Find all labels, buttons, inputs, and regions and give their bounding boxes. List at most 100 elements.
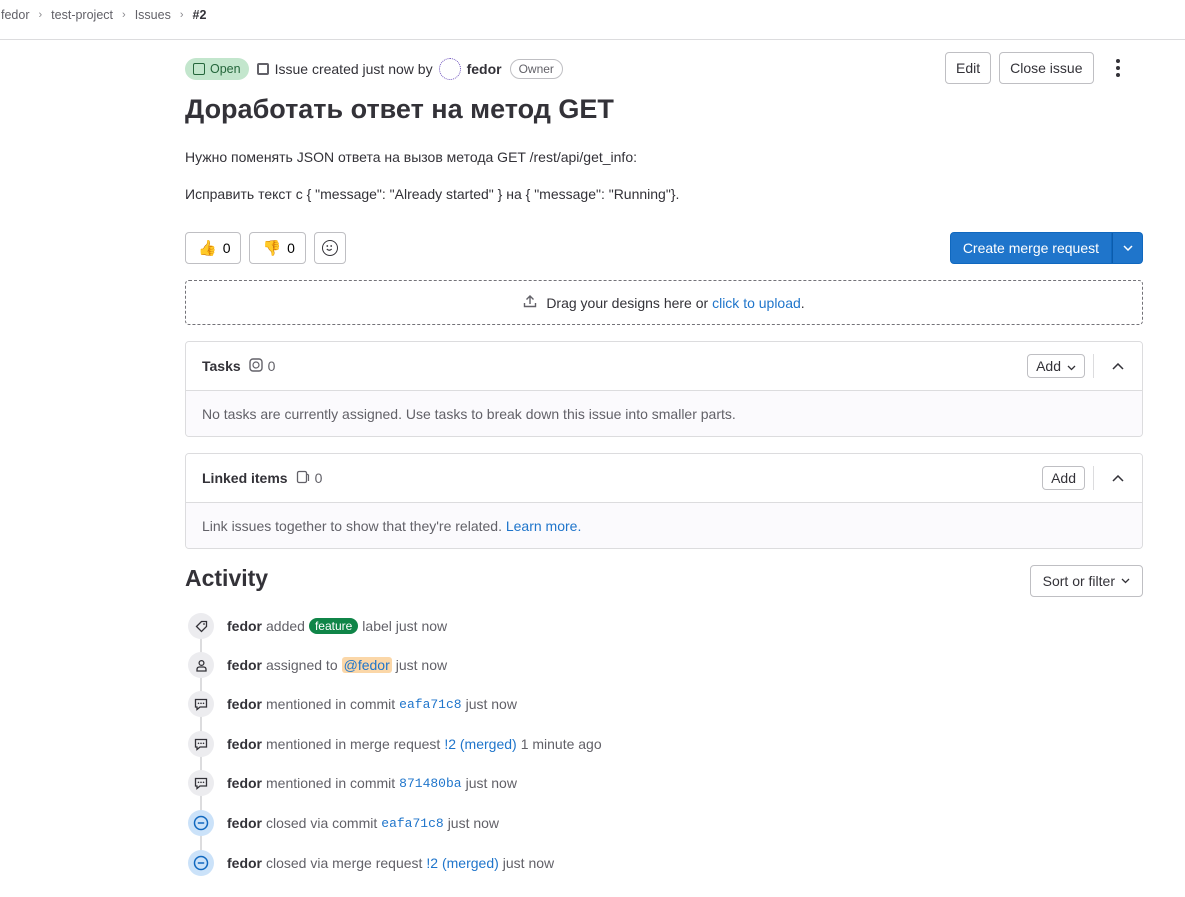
event-text: assigned to	[266, 657, 338, 673]
commit-link[interactable]: 871480ba	[399, 776, 461, 791]
role-badge: Owner	[509, 59, 563, 79]
upload-icon	[523, 294, 537, 311]
tasks-add-button[interactable]: Add	[1027, 354, 1085, 378]
sort-or-filter-dropdown[interactable]: Sort or filter	[1029, 565, 1143, 597]
chevron-right-icon: ›	[122, 9, 126, 21]
thumbs-up-button[interactable]: 👍 0	[185, 232, 242, 264]
issue-closed-icon	[188, 850, 214, 876]
description-line: Нужно поменять JSON ответа на вызов мето…	[185, 149, 637, 165]
linked-items-actions: Add	[1042, 466, 1134, 490]
create-merge-request-button[interactable]: Create merge request	[949, 232, 1112, 264]
status-label: Open	[210, 62, 241, 76]
created-text: Issue created just now by	[274, 61, 433, 77]
learn-more-link[interactable]: Learn more.	[506, 518, 581, 534]
breadcrumb-item-issues[interactable]: Issues	[135, 8, 171, 22]
smiley-icon	[321, 240, 338, 256]
chevron-right-icon: ›	[38, 9, 43, 21]
collapse-chevron-up-icon[interactable]	[1102, 354, 1134, 378]
tasks-count-value: 0	[267, 358, 276, 374]
tasks-actions: Add	[1027, 354, 1134, 378]
user-icon	[188, 652, 214, 678]
event-user[interactable]: fedor	[227, 815, 262, 831]
commit-link[interactable]: eafa71c8	[381, 816, 443, 831]
issue-open-icon	[193, 63, 205, 75]
divider	[1093, 354, 1094, 378]
create-merge-request-split: Create merge request	[949, 232, 1143, 264]
chevron-down-icon[interactable]	[1112, 232, 1143, 264]
breadcrumb-item-project[interactable]: test-project	[51, 8, 113, 22]
header-actions: Edit Close issue	[945, 52, 1122, 84]
design-upload-dropzone[interactable]: Drag your designs here or click to uploa…	[185, 280, 1143, 325]
user-mention[interactable]: @fedor	[341, 657, 392, 673]
event-user[interactable]: fedor	[227, 618, 262, 634]
activity-event: fedor mentioned in merge request !2 (mer…	[185, 730, 602, 758]
chevron-down-icon	[1121, 576, 1130, 587]
thumbs-down-button[interactable]: 👎 0	[249, 232, 306, 264]
linked-items-empty-text: Link issues together to show that they'r…	[202, 517, 502, 534]
chevron-down-icon	[1067, 358, 1076, 374]
comment-icon	[188, 691, 214, 717]
event-text: mentioned in merge request	[266, 736, 441, 752]
activity-event: fedor assigned to @fedor just now	[185, 651, 447, 679]
commit-link[interactable]: eafa71c8	[399, 697, 461, 712]
page-title: Доработать ответ на метод GET	[185, 94, 614, 124]
activity-title: Activity	[185, 565, 269, 591]
status-badge: Open	[185, 58, 249, 80]
issue-closed-icon	[188, 810, 214, 836]
label-badge[interactable]: feature	[308, 618, 359, 634]
collapse-chevron-up-icon[interactable]	[1102, 466, 1134, 490]
tasks-card: Tasks 0 Add No tasks are currently assig…	[185, 341, 1143, 437]
thumbs-down-count: 0	[287, 240, 295, 256]
event-user[interactable]: fedor	[227, 775, 262, 791]
event-time: just now	[465, 696, 517, 712]
more-actions-icon[interactable]	[1114, 59, 1122, 77]
event-time: 1 minute ago	[520, 736, 602, 752]
linked-items-add-button[interactable]: Add	[1042, 466, 1085, 490]
breadcrumb-bar: fedor › test-project › Issues › #2	[0, 0, 1185, 40]
breadcrumb-current[interactable]: #2	[193, 8, 207, 22]
activity-event: fedor closed via merge request !2 (merge…	[185, 849, 554, 877]
breadcrumb: fedor › test-project › Issues › #2	[1, 8, 206, 22]
upload-suffix: .	[800, 294, 805, 311]
activity-event: fedor added feature label just now	[185, 612, 447, 640]
activity-event: fedor closed via commit eafa71c8 just no…	[185, 809, 499, 837]
click-to-upload-link[interactable]: click to upload	[712, 295, 801, 311]
breadcrumb-item-fedor[interactable]: fedor	[1, 8, 30, 22]
linked-items-count-value: 0	[314, 470, 323, 486]
thumbs-up-icon: 👍	[198, 240, 217, 257]
task-done-icon	[248, 357, 263, 375]
description-line: Исправить текст с { "message": "Already …	[185, 186, 680, 202]
issue-header: Open Issue created just now by fedor Own…	[185, 52, 1143, 84]
event-time: just now	[502, 855, 555, 871]
tasks-count: 0	[248, 357, 276, 375]
merge-request-link[interactable]: !2 (merged)	[444, 736, 516, 752]
issue-meta: Issue created just now by fedor Owner	[256, 58, 563, 80]
edit-button[interactable]: Edit	[945, 52, 992, 84]
linked-items-card: Linked items 0 Add Link issues together …	[185, 453, 1143, 549]
chevron-right-icon: ›	[179, 9, 184, 21]
avatar[interactable]	[438, 58, 461, 80]
event-user[interactable]: fedor	[227, 657, 262, 673]
thumbs-up-count: 0	[222, 240, 231, 256]
tasks-title: Tasks	[202, 358, 241, 374]
event-text: mentioned in commit	[266, 696, 396, 712]
reactions: 👍 0 👎 0	[185, 232, 346, 264]
event-time: just now	[465, 775, 517, 791]
tasks-empty-text: No tasks are currently assigned. Use tas…	[186, 391, 1142, 436]
add-reaction-button[interactable]	[313, 232, 346, 264]
thumbs-down-icon: 👎	[262, 240, 282, 257]
merge-request-link[interactable]: !2 (merged)	[426, 855, 498, 871]
event-time: just now	[395, 657, 448, 673]
event-user[interactable]: fedor	[227, 855, 262, 871]
event-text: closed via merge request	[266, 855, 423, 871]
activity-event: fedor mentioned in commit eafa71c8 just …	[185, 690, 517, 718]
event-text: added	[266, 618, 305, 634]
event-text: mentioned in commit	[266, 775, 396, 791]
event-user[interactable]: fedor	[227, 736, 262, 752]
divider	[1093, 466, 1094, 490]
close-issue-button[interactable]: Close issue	[999, 52, 1094, 84]
linked-items-header: Linked items 0 Add	[186, 454, 1142, 503]
event-user[interactable]: fedor	[227, 696, 262, 712]
label-icon	[188, 613, 214, 639]
author-link[interactable]: fedor	[467, 61, 502, 77]
